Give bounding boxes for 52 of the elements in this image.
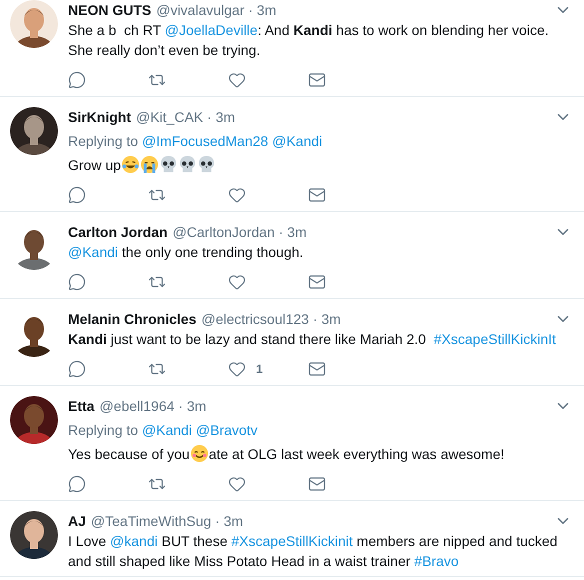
mention-link[interactable]: @Kandi <box>68 244 118 260</box>
reply-context: Replying to @ImFocusedMan28 @Kandi <box>68 132 324 151</box>
heart-icon[interactable] <box>228 186 246 204</box>
mention-link[interactable]: @Kandi <box>272 133 322 149</box>
mail-icon[interactable] <box>308 475 326 493</box>
heart-icon[interactable] <box>228 475 246 493</box>
skull-icon <box>196 155 216 174</box>
tweet-text: Kandi just want to be lazy and stand there like Mariah 2.0 #XscapeStillKickinIt <box>68 330 557 349</box>
user-handle: @electricsoul123 · 3m <box>201 311 342 327</box>
user-handle: @CarltonJordan · 3m <box>172 224 308 240</box>
mention-link[interactable]: @kandi <box>110 533 158 549</box>
crying-face-icon <box>140 155 159 174</box>
user-name[interactable]: Etta <box>68 398 94 414</box>
heart-icon[interactable] <box>228 360 246 378</box>
smiling-face-icon <box>190 444 209 463</box>
hashtag-link[interactable]: #XscapeStillKickinIt <box>434 331 556 347</box>
heart-icon[interactable] <box>228 273 246 291</box>
user-name[interactable]: SirKnight <box>68 109 131 125</box>
user-handle: @vivalavulgar · 3m <box>156 2 278 18</box>
user-name[interactable]: AJ <box>68 513 86 529</box>
tweet-text: @Kandi the only one trending though. <box>68 243 304 262</box>
hashtag-link[interactable]: #XscapeStillKickinit <box>231 533 353 549</box>
mail-icon[interactable] <box>308 360 326 378</box>
like-count: 1 <box>256 362 263 376</box>
skull-icon <box>158 155 178 174</box>
tweet-text: I Love @kandi BUT these #XscapeStillKickinit members are nipped and tucked and still shaped like Miss Potato Head in a waist trainer #Bravo <box>68 532 558 571</box>
hashtag-link[interactable]: #Bravo <box>414 553 459 569</box>
mail-icon[interactable] <box>308 273 326 291</box>
mention-link[interactable]: @JoellaDeville <box>164 22 258 38</box>
heart-icon[interactable] <box>228 71 246 89</box>
mail-icon[interactable] <box>308 71 326 89</box>
laughing-face-icon <box>120 155 140 174</box>
reply-icon[interactable] <box>68 475 86 493</box>
mention-link[interactable]: @ImFocusedMan28 <box>142 133 268 149</box>
user-handle: @Kit_CAK · 3m <box>136 109 236 125</box>
reply-icon[interactable] <box>68 360 86 378</box>
user-name[interactable]: NEON GUTS <box>68 2 152 18</box>
reply-icon[interactable] <box>68 71 86 89</box>
user-handle: @ebell1964 · 3m <box>99 398 208 414</box>
mention-link[interactable]: @Kandi <box>142 422 192 438</box>
reply-icon[interactable] <box>68 273 86 291</box>
user-handle: @TeaTimeWithSug · 3m <box>90 513 244 529</box>
tweet-text: She a b ch RT @JoellaDeville: And Kandi has to work on blending her voice. She really don’t even be trying. <box>68 21 550 60</box>
mail-icon[interactable] <box>308 186 326 204</box>
mention-link[interactable]: @Bravotv <box>196 422 258 438</box>
tweet-text: Yes because of you ate at OLG last week everything was awesome! <box>68 444 506 464</box>
reply-icon[interactable] <box>68 186 86 204</box>
user-name[interactable]: Carlton Jordan <box>68 224 168 240</box>
skull-icon <box>178 155 197 174</box>
tweet-text: Grow up <box>68 155 572 175</box>
reply-context: Replying to @Kandi @Bravotv <box>68 421 259 440</box>
user-name[interactable]: Melanin Chronicles <box>68 311 196 327</box>
